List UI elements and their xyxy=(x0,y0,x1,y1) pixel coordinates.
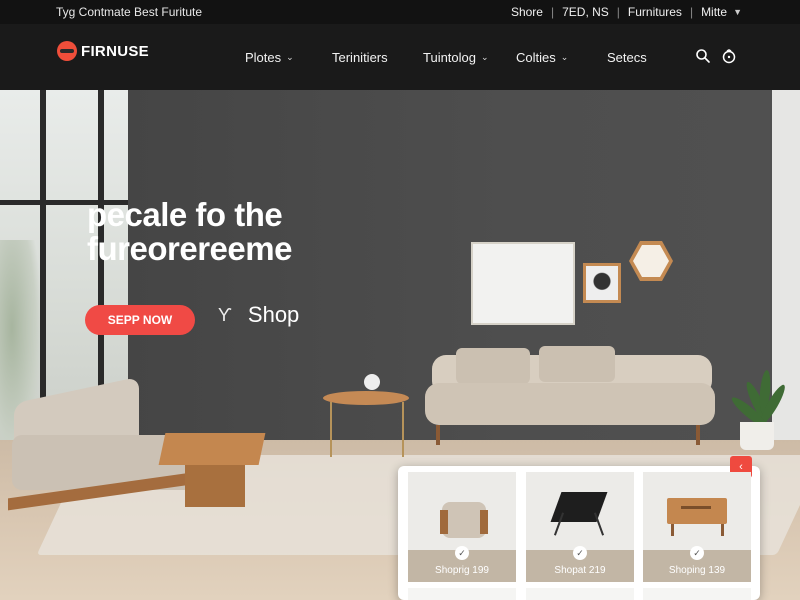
shop-link[interactable]: Ƴ Shop xyxy=(218,302,299,328)
cart-icon[interactable] xyxy=(721,48,737,64)
side-table-leg xyxy=(330,402,332,457)
top-utility-bar: Tyg Contmate Best Furitute Shore | 7ED, … xyxy=(0,0,800,24)
brand-name: FIRNUSE xyxy=(81,42,149,60)
utility-link-furnitures[interactable]: Furnitures xyxy=(628,5,682,19)
divider: | xyxy=(689,5,694,19)
hero-headline: pecale fo the fureorereeme xyxy=(87,198,292,266)
chevron-down-icon: ⌄ xyxy=(560,52,569,62)
main-navbar: FIRNUSE Plotes ⌄ Terinitiers Tuintolog ⌄… xyxy=(0,24,800,90)
store-tagline: Tyg Contmate Best Furitute xyxy=(56,5,203,19)
product-label: Shopat 219 xyxy=(554,565,606,576)
divider: | xyxy=(550,5,555,19)
table-leg xyxy=(721,524,724,536)
side-table-image xyxy=(323,391,409,405)
armchair-arm xyxy=(480,510,488,534)
drawer-handle xyxy=(681,506,711,509)
utility-link-shore[interactable]: Shore xyxy=(511,5,543,19)
sling-chair-leg xyxy=(593,512,605,536)
nav-item-plotes[interactable]: Plotes ⌄ xyxy=(245,50,294,65)
product-card-sling-chair[interactable]: ✓ Shopat 219 xyxy=(526,472,634,582)
check-icon: ✓ xyxy=(573,546,587,560)
utility-links: Shore | 7ED, NS | Furnitures | Mitte ▼ xyxy=(511,5,742,19)
coffee-table-base xyxy=(185,462,245,507)
search-icon[interactable] xyxy=(695,48,711,64)
nav-item-colties[interactable]: Colties ⌄ xyxy=(516,50,568,65)
chevron-down-icon: ⌄ xyxy=(286,52,294,62)
check-icon: ✓ xyxy=(455,546,469,560)
product-label: Shoprig 199 xyxy=(435,565,489,576)
chevron-down-icon[interactable]: ▼ xyxy=(733,7,742,17)
product-carousel: ‹ ✓ Shoprig 199 ✓ Shopat 219 ✓ Shoping 1… xyxy=(398,456,760,600)
hero-banner: pecale fo the fureorereeme SEPP NOW Ƴ Sh… xyxy=(0,90,800,600)
nav-item-terinitiers[interactable]: Terinitiers xyxy=(332,50,388,65)
sofa-seat-image xyxy=(425,383,715,425)
cushion-image xyxy=(539,346,615,382)
plant-pot-image xyxy=(740,422,774,450)
product-card-side-table[interactable]: ✓ Shoping 139 xyxy=(643,472,751,582)
armchair-arm xyxy=(440,510,448,534)
cushion-image xyxy=(456,348,530,384)
nav-item-label: Terinitiers xyxy=(332,50,388,65)
utility-link-region[interactable]: 7ED, NS xyxy=(562,5,609,19)
table-leg xyxy=(671,524,674,536)
product-card-armchair[interactable]: ✓ Shoprig 199 xyxy=(408,472,516,582)
next-row-card xyxy=(408,588,516,600)
shop-link-label: Shop xyxy=(247,302,300,327)
next-row-card xyxy=(643,588,751,600)
side-table-product-image xyxy=(667,498,727,524)
nav-item-tuintolog[interactable]: Tuintolog ⌄ xyxy=(423,50,489,65)
side-table-leg xyxy=(402,402,404,457)
shop-now-button[interactable]: SEPP NOW xyxy=(85,305,195,335)
sofa-leg xyxy=(696,425,700,445)
product-photo xyxy=(643,472,751,550)
hero-headline-line2: fureorereeme xyxy=(87,230,292,267)
next-row-card xyxy=(526,588,634,600)
arrow-icon: Ƴ xyxy=(218,304,232,325)
coffee-table-image xyxy=(158,433,266,465)
wall-photo-frame-image xyxy=(583,263,621,303)
wall-canvas-image xyxy=(471,242,575,325)
nav-item-label: Tuintolog xyxy=(423,50,476,65)
portrait-image xyxy=(586,266,618,300)
check-icon: ✓ xyxy=(690,546,704,560)
nav-item-label: Setecs xyxy=(607,50,647,65)
hero-headline-line1: pecale fo the xyxy=(87,196,283,233)
sofa-leg xyxy=(436,425,440,445)
brand-logo[interactable]: FIRNUSE xyxy=(57,41,149,61)
product-photo xyxy=(526,472,634,550)
hex-shelf-inner xyxy=(633,245,669,277)
product-label: Shoping 139 xyxy=(668,565,726,576)
chevron-down-icon: ⌄ xyxy=(481,52,489,62)
nav-item-label: Plotes xyxy=(245,50,282,65)
logo-mark-icon xyxy=(57,41,77,61)
product-photo xyxy=(408,472,516,550)
utility-link-account[interactable]: Mitte xyxy=(701,5,727,19)
nav-item-label: Colties xyxy=(516,50,556,65)
divider: | xyxy=(616,5,620,19)
nav-item-setecs[interactable]: Setecs xyxy=(607,50,647,65)
vase-image xyxy=(364,374,380,390)
